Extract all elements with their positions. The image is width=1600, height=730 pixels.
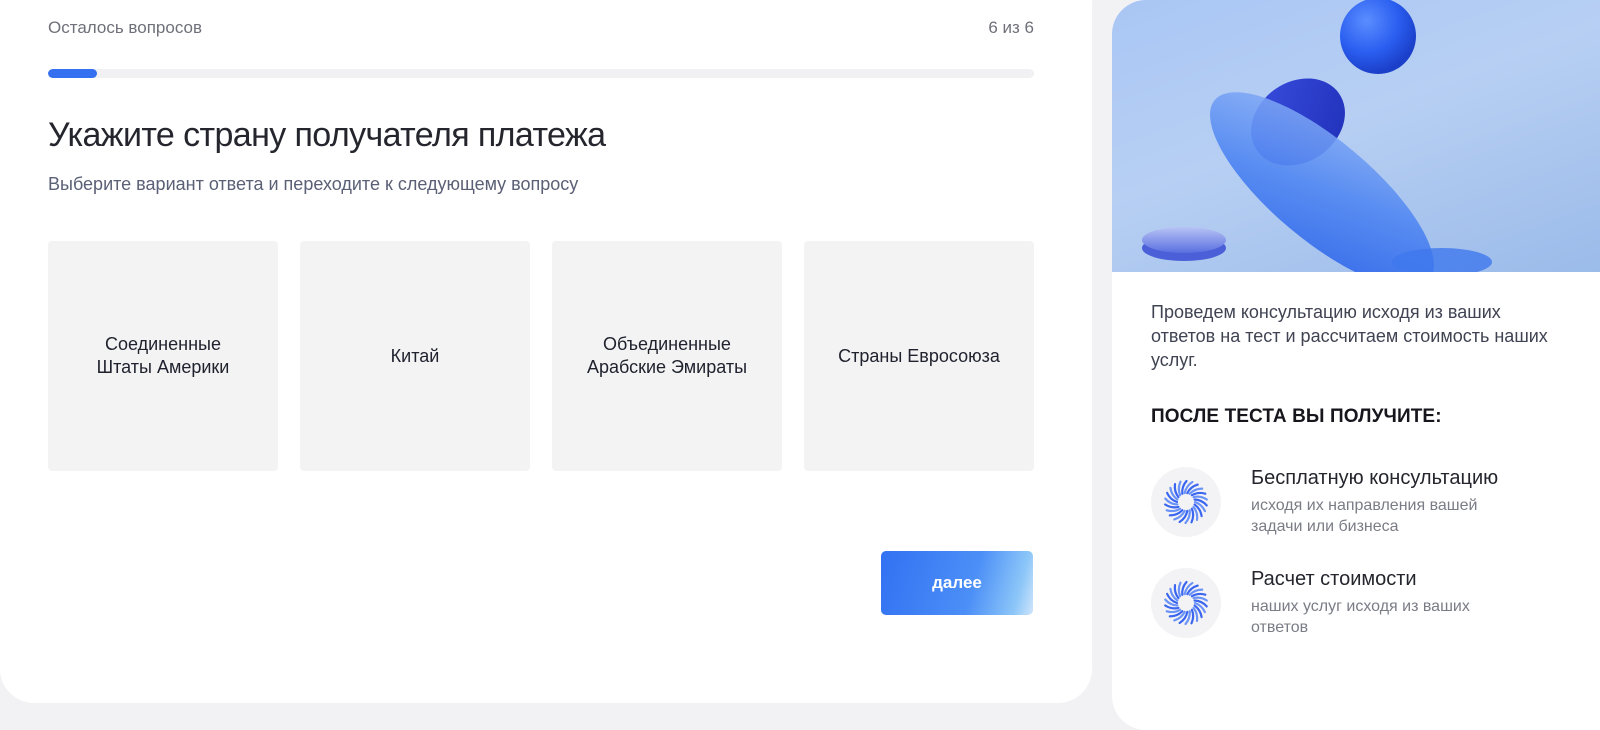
benefits-title: ПОСЛЕ ТЕСТА ВЫ ПОЛУЧИТЕ: — [1151, 406, 1442, 427]
quiz-card: Осталось вопросов 6 из 6 Укажите страну … — [0, 0, 1092, 703]
benefit-item-consultation: Бесплатную консультацию исходя их направ… — [1151, 467, 1571, 539]
progress-header: Осталось вопросов 6 из 6 — [48, 18, 1034, 38]
option-label: Китай — [390, 345, 440, 366]
progress-counter: 6 из 6 — [988, 18, 1034, 37]
spiral-burst-icon — [1151, 467, 1221, 537]
benefit-title: Расчет стоимости — [1251, 568, 1417, 590]
spiral-burst-icon — [1151, 568, 1221, 638]
progress-bar-fill — [48, 69, 98, 78]
benefit-description: исходя их направления вашей задачи или б… — [1251, 497, 1478, 535]
option-uae[interactable]: Объединенные Арабские Эмираты — [552, 241, 782, 471]
progress-bar — [48, 69, 1034, 78]
option-label: Страны Евросоюза — [838, 345, 1000, 366]
side-description: Проведем консультацию исходя из ваших от… — [1151, 302, 1548, 370]
hero-illustration — [1112, 0, 1600, 272]
option-china[interactable]: Китай — [300, 241, 530, 471]
option-eu[interactable]: Страны Евросоюза — [804, 241, 1034, 471]
side-panel: Проведем консультацию исходя из ваших от… — [1112, 0, 1600, 730]
option-label: Соединенные Штаты Америки — [96, 334, 230, 377]
question-subtitle: Выберите вариант ответа и переходите к с… — [48, 174, 579, 194]
option-label: Объединенные Арабские Эмираты — [586, 334, 748, 377]
question-title: Укажите страну получателя платежа — [48, 116, 606, 154]
answer-options: Соединенные Штаты Америки Китай Объедине… — [48, 241, 1034, 471]
progress-label: Осталось вопросов — [48, 18, 203, 37]
benefit-item-pricing: Расчет стоимости наших услуг исходя из в… — [1151, 568, 1571, 640]
option-usa[interactable]: Соединенные Штаты Америки — [48, 241, 278, 471]
abstract-shapes-illustration — [1142, 0, 1492, 272]
benefit-description: наших услуг исходя из ваших ответов — [1251, 598, 1470, 636]
benefit-title: Бесплатную консультацию — [1251, 467, 1499, 489]
next-button[interactable]: далее — [881, 551, 1033, 615]
